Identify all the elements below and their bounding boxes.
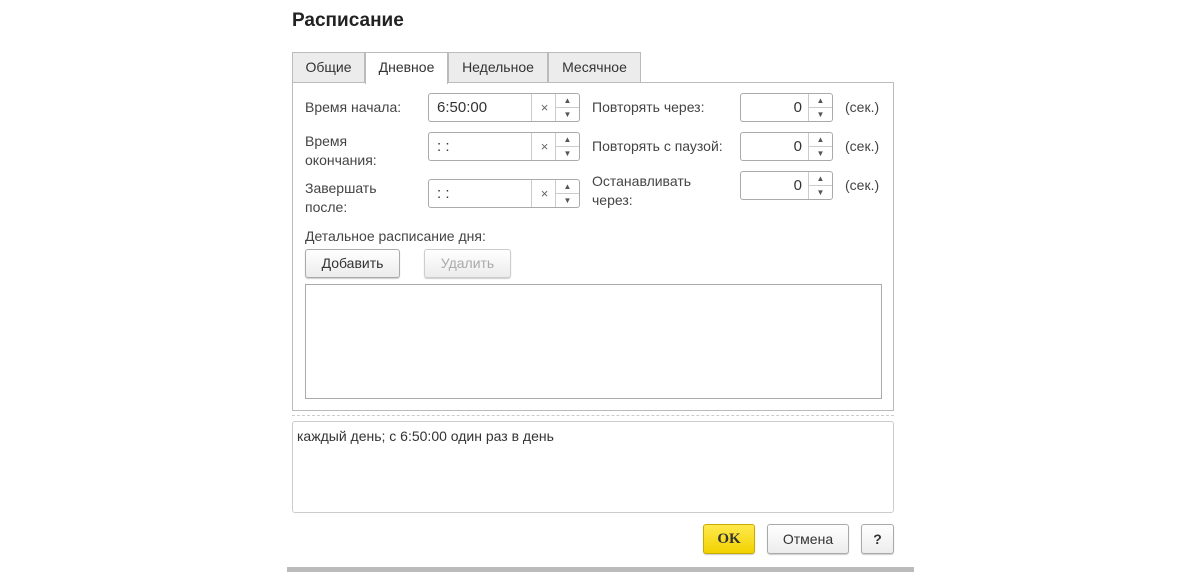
spin-down-icon[interactable]: ▼ <box>556 194 579 207</box>
add-button[interactable]: Добавить <box>305 249 400 278</box>
clear-icon[interactable]: × <box>531 180 557 207</box>
spin-up-icon[interactable]: ▲ <box>809 133 832 147</box>
finish-after-label: Завершать после: <box>305 180 377 215</box>
spinner: ▲ ▼ <box>808 94 832 121</box>
end-time-label: Время окончания: <box>305 133 377 168</box>
finish-after-field[interactable]: : : × ▲ ▼ <box>428 179 580 208</box>
schedule-summary: каждый день; с 6:50:00 один раз в день <box>292 421 894 513</box>
page-title: Расписание <box>292 10 404 31</box>
end-time-value: : : <box>437 138 450 155</box>
tab-daily[interactable]: Дневное <box>365 52 448 84</box>
spin-down-icon[interactable]: ▼ <box>556 108 579 121</box>
tab-general[interactable]: Общие <box>292 52 365 82</box>
repeat-pause-value: 0 <box>793 138 802 155</box>
spinner: ▲ ▼ <box>808 133 832 160</box>
cancel-button[interactable]: Отмена <box>767 524 849 554</box>
stop-after-label: Останавливать через: <box>592 173 692 208</box>
stop-after-field[interactable]: 0 ▲ ▼ <box>740 171 833 200</box>
detail-schedule-label: Детальное расписание дня: <box>305 228 486 244</box>
repeat-pause-label: Повторять с паузой: <box>592 138 723 154</box>
start-time-label: Время начала: <box>305 99 402 115</box>
spin-up-icon[interactable]: ▲ <box>809 94 832 108</box>
bottom-border <box>287 567 914 572</box>
spin-up-icon[interactable]: ▲ <box>809 172 832 186</box>
spin-down-icon[interactable]: ▼ <box>556 147 579 160</box>
unit-label: (сек.) <box>845 99 880 115</box>
spinner: ▲ ▼ <box>808 172 832 199</box>
repeat-pause-field[interactable]: 0 ▲ ▼ <box>740 132 833 161</box>
tab-monthly[interactable]: Месячное <box>548 52 641 82</box>
divider <box>292 415 894 416</box>
spin-down-icon[interactable]: ▼ <box>809 147 832 160</box>
spin-up-icon[interactable]: ▲ <box>556 180 579 194</box>
spinner: ▲ ▼ <box>555 133 579 160</box>
end-time-field[interactable]: : : × ▲ ▼ <box>428 132 580 161</box>
spin-down-icon[interactable]: ▼ <box>809 186 832 199</box>
stop-after-value: 0 <box>793 177 802 194</box>
delete-button[interactable]: Удалить <box>424 249 511 278</box>
unit-label: (сек.) <box>845 138 880 154</box>
start-time-field[interactable]: 6:50:00 × ▲ ▼ <box>428 93 580 122</box>
spinner: ▲ ▼ <box>555 180 579 207</box>
detail-schedule-list[interactable] <box>305 284 882 399</box>
help-button[interactable]: ? <box>861 524 894 554</box>
clear-icon[interactable]: × <box>531 133 557 160</box>
start-time-value: 6:50:00 <box>437 99 488 116</box>
finish-after-value: : : <box>437 185 450 202</box>
clear-icon[interactable]: × <box>531 94 557 121</box>
spinner: ▲ ▼ <box>555 94 579 121</box>
tab-weekly[interactable]: Недельное <box>448 52 548 82</box>
ok-button[interactable]: OK <box>703 524 755 554</box>
repeat-every-label: Повторять через: <box>592 99 705 115</box>
summary-text: каждый день; с 6:50:00 один раз в день <box>297 428 554 444</box>
unit-label: (сек.) <box>845 177 880 193</box>
spin-up-icon[interactable]: ▲ <box>556 94 579 108</box>
spin-down-icon[interactable]: ▼ <box>809 108 832 121</box>
repeat-every-field[interactable]: 0 ▲ ▼ <box>740 93 833 122</box>
spin-up-icon[interactable]: ▲ <box>556 133 579 147</box>
repeat-every-value: 0 <box>793 99 802 116</box>
